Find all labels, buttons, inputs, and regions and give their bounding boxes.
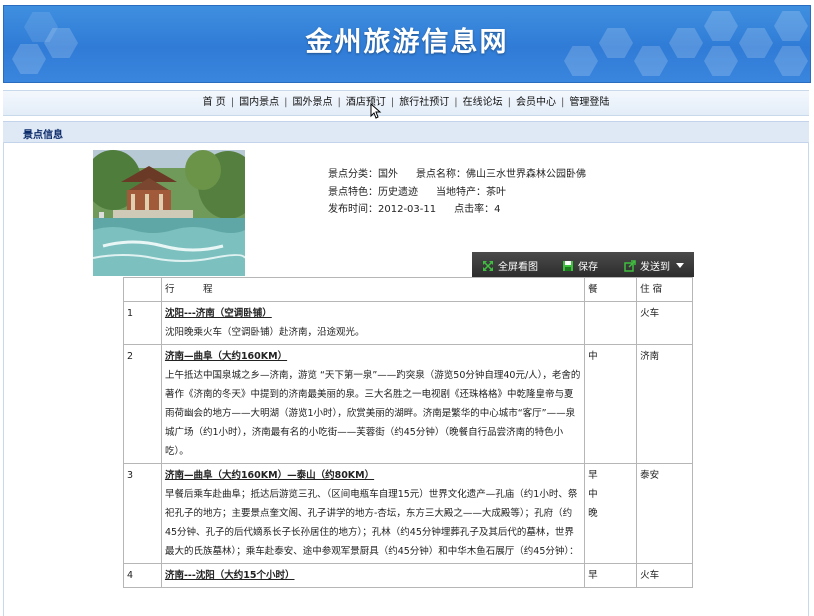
save-label: 保存 — [578, 262, 598, 273]
nav-separator: | — [390, 97, 395, 108]
chevron-down-icon — [676, 262, 684, 268]
route-cell: 济南—曲阜（大约160KM） 上午抵达中国泉城之乡—济南，游览 “天下第一泉”—… — [160, 344, 586, 464]
frame-border-right — [808, 142, 809, 616]
clicks-value: 4 — [494, 204, 501, 215]
feature-value: 历史遗迹 — [378, 186, 418, 198]
site-title: 金州旅游信息网 — [305, 27, 509, 58]
meal-cell: 中 — [584, 344, 638, 464]
header-stay: 住 宿 — [636, 277, 693, 302]
section-header: 景点信息 — [3, 121, 809, 143]
nav-item-foreign[interactable]: 国外景点 — [293, 97, 333, 108]
save-icon — [563, 260, 573, 271]
name-label: 景点名称： — [416, 169, 466, 180]
route-cell: 沈阳---济南（空调卧铺） 沈阳晚乘火车（空调卧铺）赴济南，沿途观光。 — [160, 301, 586, 345]
attraction-info: 景点分类：国外 景点名称：佛山三水世界森林公园卧佛 景点特色：历史遗迹 当地特产：茶… — [328, 166, 586, 219]
attraction-photo[interactable] — [93, 150, 245, 276]
image-toolbar: 全屏看图 保存 发送到 — [472, 252, 694, 277]
info-row-3: 发布时间：2012-03-11 点击率：4 — [328, 201, 586, 219]
table-header-row: 行 程 餐 住 宿 — [123, 277, 693, 302]
meal-cell — [584, 301, 638, 345]
route-description: 沈阳晚乘火车（空调卧铺）赴济南，沿途观光。 — [164, 327, 365, 338]
day-number: 1 — [123, 301, 162, 345]
route-description: 上午抵达中国泉城之乡—济南，游览 “天下第一泉”——趵突泉（游览50分钟自理40… — [164, 370, 581, 457]
header-day — [123, 277, 162, 302]
stay-cell: 火车 — [636, 301, 693, 345]
fullscreen-button[interactable]: 全屏看图 — [482, 258, 538, 273]
nav-item-member[interactable]: 会员中心 — [516, 97, 556, 108]
name-value: 佛山三水世界森林公园卧佛 — [466, 169, 586, 180]
frame-border-left — [3, 142, 4, 616]
send-to-label: 发送到 — [640, 262, 670, 273]
day-number: 2 — [123, 344, 162, 464]
header-route: 行 程 — [160, 277, 586, 302]
specialty-value: 茶叶 — [486, 186, 506, 198]
clicks-label: 点击率： — [454, 204, 495, 215]
route-title: 济南—曲阜（大约160KM） — [164, 351, 288, 362]
date-label: 发布时间： — [328, 204, 378, 215]
section-title: 景点信息 — [23, 130, 63, 141]
nav-item-admin[interactable]: 管理登陆 — [569, 97, 609, 108]
nav-separator: | — [561, 97, 565, 108]
meal-cell: 早 中 晚 — [584, 463, 638, 564]
day-number: 4 — [123, 563, 162, 588]
nav-item-domestic[interactable]: 国内景点 — [239, 97, 279, 108]
header-meal: 餐 — [584, 277, 638, 302]
itinerary-table: 行 程 餐 住 宿 1 沈阳---济南（空调卧铺） 沈阳晚乘火车（空调卧铺）赴济… — [123, 277, 693, 588]
info-row-1: 景点分类：国外 景点名称：佛山三水世界森林公园卧佛 — [328, 166, 586, 184]
stay-cell: 济南 — [636, 344, 693, 464]
route-cell: 济南---沈阳（大约15个小时） — [160, 563, 586, 588]
route-cell: 济南—曲阜（大约160KM）—泰山（约80KM） 早餐后乘车赴曲阜；抵达后游览三… — [160, 463, 586, 564]
nav-separator: | — [230, 97, 235, 108]
nav-separator: | — [507, 97, 512, 108]
feature-label: 景点特色： — [328, 186, 378, 198]
nav-item-forum[interactable]: 在线论坛 — [463, 97, 503, 108]
stay-cell: 泰安 — [636, 463, 693, 564]
stay-cell: 火车 — [636, 563, 693, 588]
route-title: 济南—曲阜（大约160KM）—泰山（约80KM） — [164, 470, 375, 481]
nav-item-home[interactable]: 首 页 — [203, 97, 226, 108]
share-icon — [624, 259, 636, 272]
date-value: 2012-03-11 — [378, 204, 437, 215]
table-row: 1 沈阳---济南（空调卧铺） 沈阳晚乘火车（空调卧铺）赴济南，沿途观光。 火车 — [123, 301, 693, 345]
info-row-2: 景点特色：历史遗迹 当地特产：茶叶 — [328, 184, 586, 202]
main-nav: 首 页 | 国内景点 | 国外景点 | 酒店预订 | 旅行社预订 | 在线论坛 | 会员中心 | 管理登陆 — [3, 90, 809, 116]
fullscreen-label: 全屏看图 — [498, 262, 538, 273]
site-banner: 金州旅游信息网 — [3, 5, 811, 83]
category-value: 国外 — [378, 169, 398, 180]
specialty-label: 当地特产： — [436, 186, 486, 198]
nav-separator: | — [284, 97, 288, 108]
meal-cell: 早 — [584, 563, 638, 588]
nav-separator: | — [337, 97, 341, 108]
route-title: 沈阳---济南（空调卧铺） — [164, 308, 272, 319]
save-button[interactable]: 保存 — [562, 258, 598, 273]
table-row: 2 济南—曲阜（大约160KM） 上午抵达中国泉城之乡—济南，游览 “天下第一泉… — [123, 344, 693, 464]
route-title: 济南---沈阳（大约15个小时） — [164, 570, 295, 581]
category-label: 景点分类： — [328, 169, 378, 180]
nav-separator: | — [454, 97, 458, 108]
day-number: 3 — [123, 463, 162, 564]
table-row: 4 济南---沈阳（大约15个小时） 早 火车 — [123, 563, 693, 588]
nav-item-agency[interactable]: 旅行社预订 — [399, 97, 449, 108]
send-to-button[interactable]: 发送到 — [624, 258, 684, 273]
route-description: 早餐后乘车赴曲阜；抵达后游览三孔、（区间电瓶车自理15元）世界文化遗产—孔庙（约… — [164, 489, 579, 557]
expand-icon — [483, 260, 493, 271]
table-row: 3 济南—曲阜（大约160KM）—泰山（约80KM） 早餐后乘车赴曲阜；抵达后游… — [123, 463, 693, 564]
mouse-pointer-icon — [370, 103, 382, 119]
